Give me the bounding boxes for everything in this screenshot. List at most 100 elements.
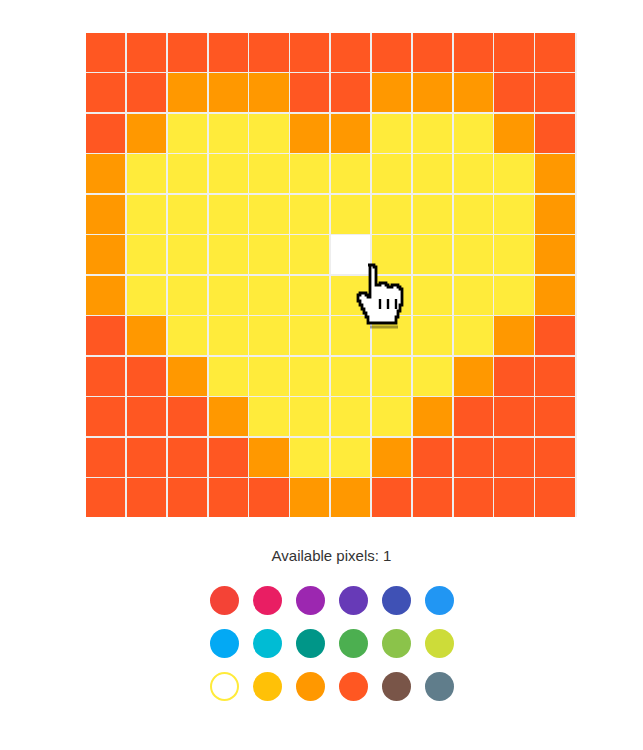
pixel-cell[interactable] (168, 276, 207, 315)
pixel-cell[interactable] (290, 438, 329, 477)
pixel-cell[interactable] (535, 114, 574, 153)
pixel-cell[interactable] (535, 357, 574, 396)
pixel-cell[interactable] (535, 397, 574, 436)
pixel-cell[interactable] (413, 235, 452, 274)
color-swatch[interactable] (382, 586, 411, 615)
pixel-cell[interactable] (372, 114, 411, 153)
pixel-cell[interactable] (249, 154, 288, 193)
pixel-cell[interactable] (413, 397, 452, 436)
pixel-cell[interactable] (331, 478, 370, 517)
pixel-cell[interactable] (331, 276, 370, 315)
pixel-cell[interactable] (86, 154, 125, 193)
pixel-cell[interactable] (249, 235, 288, 274)
pixel-cell[interactable] (86, 276, 125, 315)
pixel-cell[interactable] (454, 195, 493, 234)
pixel-cell[interactable] (209, 235, 248, 274)
pixel-cell[interactable] (535, 316, 574, 355)
pixel-cell[interactable] (535, 33, 574, 72)
pixel-cell[interactable] (331, 195, 370, 234)
pixel-cell[interactable] (249, 478, 288, 517)
pixel-cell[interactable] (86, 33, 125, 72)
pixel-cell[interactable] (127, 438, 166, 477)
pixel-cell[interactable] (372, 438, 411, 477)
pixel-cell[interactable] (372, 235, 411, 274)
pixel-cell[interactable] (209, 114, 248, 153)
pixel-cell[interactable] (494, 316, 533, 355)
pixel-cell[interactable] (127, 357, 166, 396)
color-swatch[interactable] (296, 629, 325, 658)
pixel-cell[interactable] (413, 357, 452, 396)
pixel-cell[interactable] (209, 397, 248, 436)
pixel-cell[interactable] (494, 33, 533, 72)
pixel-cell[interactable] (86, 73, 125, 112)
color-swatch[interactable] (339, 586, 368, 615)
pixel-cell[interactable] (331, 357, 370, 396)
color-swatch[interactable] (425, 629, 454, 658)
pixel-cell[interactable] (372, 154, 411, 193)
pixel-cell[interactable] (168, 397, 207, 436)
pixel-cell[interactable] (127, 154, 166, 193)
pixel-cell[interactable] (168, 195, 207, 234)
pixel-cell[interactable] (290, 33, 329, 72)
pixel-cell[interactable] (168, 438, 207, 477)
pixel-cell[interactable] (331, 114, 370, 153)
pixel-cell[interactable] (372, 33, 411, 72)
color-swatch[interactable] (210, 672, 239, 701)
pixel-cell[interactable] (454, 357, 493, 396)
pixel-cell[interactable] (127, 195, 166, 234)
pixel-cell[interactable] (494, 235, 533, 274)
color-swatch[interactable] (253, 586, 282, 615)
pixel-cell[interactable] (290, 154, 329, 193)
color-swatch[interactable] (296, 672, 325, 701)
color-swatch[interactable] (425, 672, 454, 701)
pixel-cell[interactable] (494, 195, 533, 234)
pixel-cell[interactable] (535, 195, 574, 234)
pixel-cell[interactable] (413, 478, 452, 517)
pixel-cell[interactable] (494, 154, 533, 193)
pixel-cell[interactable] (454, 154, 493, 193)
pixel-cell[interactable] (494, 438, 533, 477)
pixel-cell[interactable] (454, 438, 493, 477)
pixel-cell[interactable] (86, 357, 125, 396)
pixel-board[interactable] (86, 33, 577, 517)
pixel-cell[interactable] (290, 316, 329, 355)
pixel-cell[interactable] (290, 276, 329, 315)
pixel-cell[interactable] (331, 316, 370, 355)
color-swatch[interactable] (253, 672, 282, 701)
pixel-cell[interactable] (86, 114, 125, 153)
color-swatch[interactable] (425, 586, 454, 615)
pixel-cell[interactable] (372, 195, 411, 234)
pixel-cell[interactable] (290, 114, 329, 153)
pixel-cell[interactable] (494, 114, 533, 153)
color-swatch[interactable] (339, 672, 368, 701)
pixel-cell[interactable] (454, 235, 493, 274)
pixel-cell[interactable] (372, 357, 411, 396)
pixel-cell[interactable] (413, 438, 452, 477)
pixel-cell[interactable] (372, 478, 411, 517)
color-swatch[interactable] (339, 629, 368, 658)
pixel-cell[interactable] (127, 397, 166, 436)
pixel-cell[interactable] (249, 357, 288, 396)
pixel-cell[interactable] (127, 276, 166, 315)
pixel-cell[interactable] (535, 235, 574, 274)
pixel-cell[interactable] (168, 478, 207, 517)
color-swatch[interactable] (382, 629, 411, 658)
pixel-cell[interactable] (494, 478, 533, 517)
pixel-cell[interactable] (494, 276, 533, 315)
pixel-cell[interactable] (290, 478, 329, 517)
pixel-cell[interactable] (127, 114, 166, 153)
pixel-cell[interactable] (209, 478, 248, 517)
pixel-cell[interactable] (290, 195, 329, 234)
pixel-cell[interactable] (413, 73, 452, 112)
pixel-cell[interactable] (209, 357, 248, 396)
pixel-cell[interactable] (372, 316, 411, 355)
pixel-cell[interactable] (494, 397, 533, 436)
pixel-cell[interactable] (454, 397, 493, 436)
pixel-cell[interactable] (454, 478, 493, 517)
color-swatch[interactable] (210, 586, 239, 615)
pixel-cell[interactable] (372, 397, 411, 436)
pixel-cell[interactable] (331, 235, 370, 274)
color-swatch[interactable] (253, 629, 282, 658)
pixel-cell[interactable] (372, 276, 411, 315)
pixel-cell[interactable] (168, 73, 207, 112)
